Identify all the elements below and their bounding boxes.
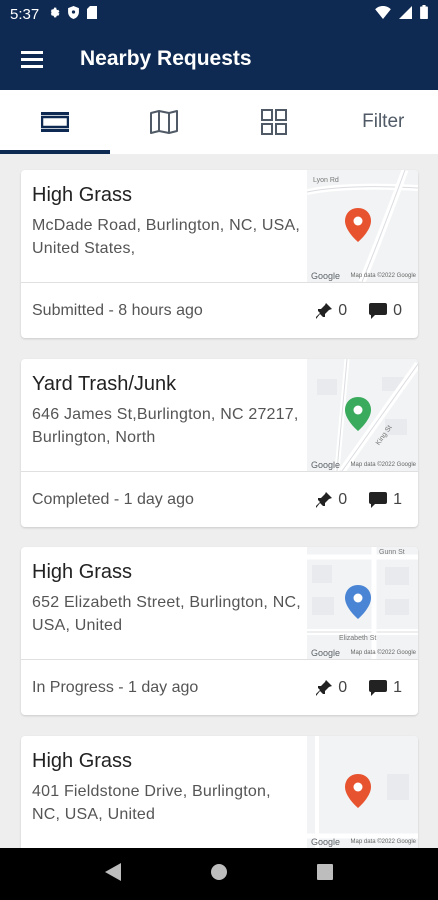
pin-count-value: 0: [338, 490, 348, 508]
map-thumbnail[interactable]: Lyon Rd Google Map data ©2022 Google: [307, 170, 418, 282]
request-address: McDade Road, Burlington, NC, USA, United…: [32, 217, 301, 257]
pin-count-value: 0: [338, 301, 348, 319]
comment-count-value: 1: [393, 678, 402, 696]
google-logo: Google: [311, 837, 341, 847]
request-address: 401 Fieldstone Drive, Burlington, NC, US…: [32, 783, 271, 823]
request-card[interactable]: High Grass 401 Fieldstone Drive, Burling…: [21, 736, 418, 848]
comment-icon: [369, 302, 388, 319]
tab-list-view[interactable]: [0, 90, 110, 154]
status-time: 5:37: [10, 5, 40, 23]
request-address: 646 James St,Burlington, NC 27217, Burli…: [32, 406, 299, 446]
signal-icon: [399, 5, 412, 23]
map-data-credit: Map data ©2022 Google: [350, 839, 416, 845]
map-icon: [150, 110, 179, 134]
wifi-icon: [375, 5, 391, 23]
request-status: In Progress - 1 day ago: [32, 678, 199, 696]
home-icon: [210, 863, 227, 880]
map-thumbnail[interactable]: King St Google Map data ©2022 Google: [307, 359, 418, 471]
status-bar: 5:37: [0, 0, 438, 28]
menu-button[interactable]: [0, 28, 64, 90]
comment-count[interactable]: 0: [369, 302, 402, 320]
app-bar: Nearby Requests: [0, 28, 438, 90]
comment-count[interactable]: 1: [369, 679, 402, 697]
comment-icon: [369, 679, 388, 696]
google-logo: Google: [311, 648, 341, 658]
view-tab-bar: Filter: [0, 90, 438, 154]
request-title: Yard Trash/Junk: [32, 373, 177, 395]
page-title: Nearby Requests: [80, 47, 252, 70]
map-data-credit: Map data ©2022 Google: [350, 273, 416, 279]
request-card[interactable]: High Grass 652 Elizabeth Street, Burling…: [21, 547, 418, 715]
tab-map-view[interactable]: [110, 90, 220, 154]
request-card[interactable]: Yard Trash/Junk 646 James St,Burlington,…: [21, 359, 418, 527]
map-road-label: Elizabeth St: [339, 635, 377, 642]
sd-card-icon: [87, 5, 98, 23]
map-road-label: Lyon Rd: [313, 177, 339, 184]
request-title: High Grass: [32, 184, 133, 206]
comment-count-value: 1: [393, 490, 402, 508]
pin-count-value: 0: [338, 678, 348, 696]
hamburger-menu-icon: [21, 51, 43, 68]
home-button[interactable]: [210, 863, 228, 886]
system-navigation-bar: [0, 848, 438, 900]
pin-count[interactable]: 0: [316, 491, 347, 509]
request-address: 652 Elizabeth Street, Burlington, NC, US…: [32, 594, 301, 634]
google-logo: Google: [311, 460, 341, 470]
back-icon: [104, 862, 121, 881]
tab-grid-view[interactable]: [219, 90, 329, 154]
grid-view-icon: [260, 109, 287, 135]
map-road-label: Gunn St: [379, 549, 405, 556]
list-view-icon: [40, 112, 69, 132]
pin-icon: [316, 491, 333, 508]
map-data-credit: Map data ©2022 Google: [350, 462, 416, 468]
pin-icon: [316, 302, 333, 319]
comment-count-value: 0: [393, 301, 402, 319]
google-logo: Google: [311, 271, 341, 281]
request-status: Completed - 1 day ago: [32, 490, 194, 508]
filter-label: Filter: [362, 111, 405, 132]
battery-icon: [420, 5, 428, 23]
pin-icon: [316, 679, 333, 696]
recents-button[interactable]: [317, 863, 334, 885]
settings-icon: [47, 6, 60, 23]
pin-count[interactable]: 0: [316, 679, 347, 697]
request-status: Submitted - 8 hours ago: [32, 301, 203, 319]
back-button[interactable]: [104, 862, 121, 886]
tab-filter[interactable]: Filter: [329, 90, 438, 154]
pin-count[interactable]: 0: [316, 302, 347, 320]
map-data-credit: Map data ©2022 Google: [350, 650, 416, 656]
request-title: High Grass: [32, 750, 133, 772]
map-thumbnail[interactable]: Gunn St Elizabeth St Google Map data ©20…: [307, 547, 418, 659]
request-card[interactable]: High Grass McDade Road, Burlington, NC, …: [21, 170, 418, 338]
comment-count[interactable]: 1: [369, 491, 402, 509]
request-list[interactable]: High Grass McDade Road, Burlington, NC, …: [0, 154, 438, 848]
map-thumbnail[interactable]: Google Map data ©2022 Google: [307, 736, 418, 848]
recents-icon: [317, 863, 334, 880]
shield-icon: [68, 5, 80, 23]
request-title: High Grass: [32, 561, 133, 583]
comment-icon: [369, 491, 388, 508]
